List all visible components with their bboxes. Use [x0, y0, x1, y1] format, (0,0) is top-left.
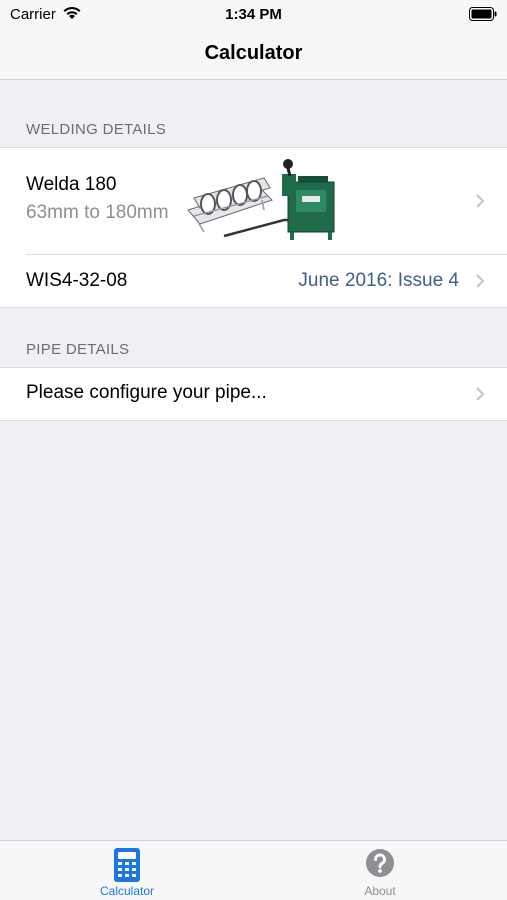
calculator-icon [114, 848, 140, 882]
tab-about[interactable]: About [320, 841, 440, 900]
tab-about-label: About [364, 884, 396, 898]
tab-calculator-label: Calculator [99, 884, 155, 898]
machine-range: 63mm to 180mm [26, 202, 169, 223]
status-time: 1:34 PM [225, 6, 282, 23]
welding-details-group: Welda 180 63mm to 180mm WIS4-32-08 June … [0, 147, 507, 308]
tab-bar: Calculator About [0, 840, 507, 900]
machine-row[interactable]: Welda 180 63mm to 180mm [0, 148, 507, 254]
navigation-bar: Calculator [0, 30, 507, 80]
configure-pipe-label: Please configure your pipe... [26, 382, 267, 403]
welding-machine-image [187, 159, 335, 240]
battery-icon [469, 7, 497, 21]
status-bar: Carrier 1:34 PM [0, 0, 507, 30]
pipe-details-header: PIPE DETAILS [26, 341, 130, 358]
question-icon [366, 849, 394, 877]
wis-row[interactable]: WIS4-32-08 June 2016: Issue 4 [0, 254, 507, 307]
machine-name: Welda 180 [26, 174, 117, 195]
configure-pipe-row[interactable]: Please configure your pipe... [0, 368, 507, 420]
page-title: Calculator [204, 42, 303, 64]
wis-code: WIS4-32-08 [26, 270, 128, 291]
chevron-right-icon [476, 274, 485, 288]
chevron-right-icon [476, 194, 485, 208]
chevron-right-icon [476, 387, 485, 401]
tab-calculator[interactable]: Calculator [67, 841, 187, 900]
wis-issue: June 2016: Issue 4 [298, 270, 459, 291]
welding-details-header: WELDING DETAILS [26, 121, 167, 138]
pipe-details-group: Please configure your pipe... [0, 367, 507, 421]
